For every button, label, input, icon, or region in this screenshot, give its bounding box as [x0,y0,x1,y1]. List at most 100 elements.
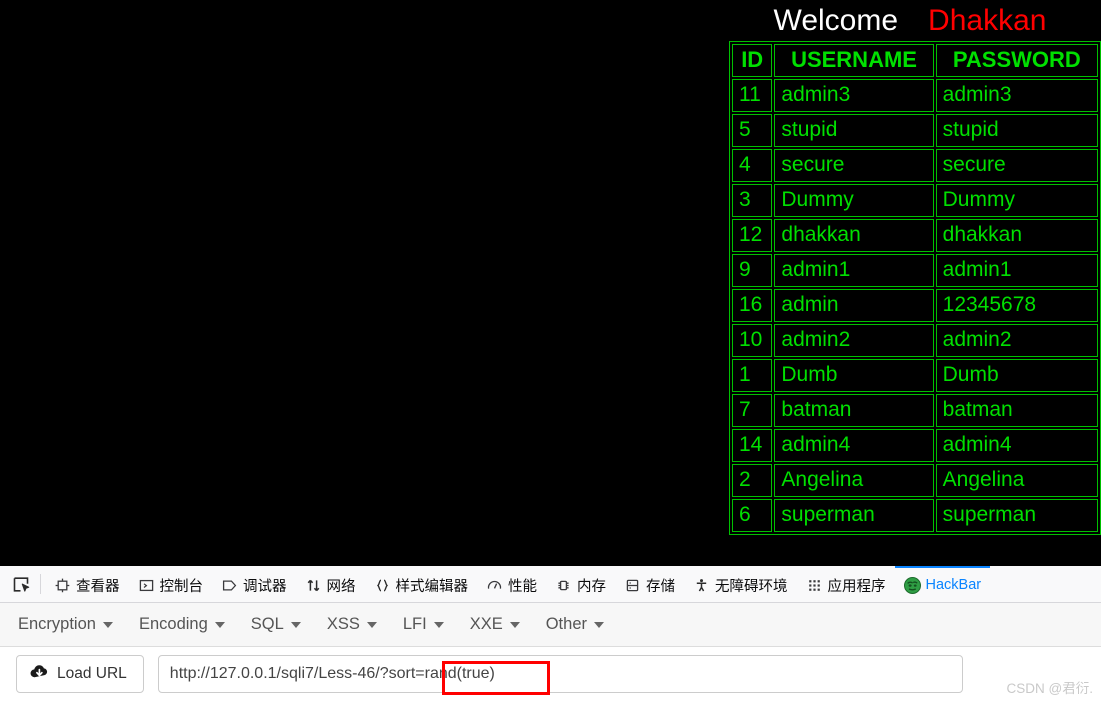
hackbar-icon [903,576,921,594]
cell-password: dhakkan [935,219,1098,252]
cell-id: 1 [732,359,773,392]
memory-icon [555,577,572,594]
cell-username: admin [774,289,934,322]
table-row: 9 admin1 admin1 [732,254,1098,287]
devtools-tabbar: 查看器 控制台 调试器 网络 样式编辑器 性能 内存 存储 无障碍环境 应用程序… [0,566,1101,603]
devtools-tab-hackbar[interactable]: HackBar [894,566,991,602]
devtools-tab-application[interactable]: 应用程序 [797,566,895,602]
table-row: 5 stupid stupid [732,114,1098,147]
user-dump-table: ID USERNAME PASSWORD 11 admin3 admin3 5 … [729,41,1101,535]
welcome-username: Dhakkan [928,4,1047,37]
devtools-tab-memory[interactable]: 内存 [546,566,615,602]
devtools-tab-label: 应用程序 [827,578,886,595]
devtools-tab-label: HackBar [925,577,982,593]
application-icon [806,577,823,594]
cell-id: 2 [732,464,773,497]
url-input[interactable] [157,655,963,693]
screenshot-root: Welcome Dhakkan ID USERNAME PASSWORD 11 a… [0,0,1101,702]
devtools-tab-accessibility[interactable]: 无障碍环境 [684,566,797,602]
devtools-tab-performance[interactable]: 性能 [477,566,546,602]
hackbar-menu-label: SQL [250,615,284,633]
devtools-tab-label: 网络 [326,578,356,595]
load-url-button[interactable]: Load URL [16,655,144,693]
cell-id: 11 [732,79,773,112]
browser-page-content: Welcome Dhakkan ID USERNAME PASSWORD 11 a… [0,0,1101,566]
console-icon [138,577,155,594]
cell-id: 4 [732,149,773,182]
hackbar-menu-label: Encoding [138,615,208,633]
chevron-down-icon [433,621,444,628]
column-header-username: USERNAME [774,44,934,77]
welcome-heading: Welcome Dhakkan [733,2,1087,40]
style-editor-icon [374,577,391,594]
cell-id: 16 [732,289,773,322]
watermark: CSDN @君衍. [1006,681,1093,696]
hackbar-menubar: Encryption Encoding SQL XSS LFI XXE Othe… [0,603,1101,647]
hackbar-menu-lfi[interactable]: LFI [403,615,444,634]
cell-id: 6 [732,499,773,532]
devtools-tab-network[interactable]: 网络 [296,566,365,602]
table-row: 3 Dummy Dummy [732,184,1098,217]
hackbar-menu-encoding[interactable]: Encoding [139,615,225,634]
cell-username: Angelina [774,464,934,497]
hackbar-menu-encryption[interactable]: Encryption [18,615,113,634]
hackbar-url-row: Load URL [0,647,1101,701]
cell-password: secure [935,149,1098,182]
column-header-id: ID [732,44,773,77]
cell-id: 12 [732,219,773,252]
cell-password: stupid [935,114,1098,147]
table-header-row: ID USERNAME PASSWORD [732,44,1098,77]
performance-icon [486,577,503,594]
hackbar-menu-label: XSS [326,615,360,633]
devtools-tab-style-editor[interactable]: 样式编辑器 [365,566,478,602]
cell-username: admin2 [774,324,934,357]
devtools-tab-label: 控制台 [159,578,204,595]
cell-username: admin1 [774,254,934,287]
hackbar-menu-label: LFI [402,615,427,633]
hackbar-menu-xxe[interactable]: XXE [470,615,520,634]
devtools-tab-label: 调试器 [243,578,287,595]
cell-id: 14 [732,429,773,462]
devtools-tab-label: 存储 [646,578,675,595]
cell-id: 9 [732,254,773,287]
cell-username: superman [774,499,934,532]
cloud-download-icon [30,664,49,684]
cell-username: dhakkan [774,219,934,252]
cell-id: 7 [732,394,773,427]
cell-id: 10 [732,324,773,357]
cell-password: admin3 [935,79,1098,112]
inspector-icon [54,577,71,594]
chevron-down-icon [509,621,520,628]
cell-password: Dummy [935,184,1098,217]
toolbar-divider [40,574,41,594]
table-row: 6 superman superman [732,499,1098,532]
hackbar-menu-label: XXE [469,615,503,633]
devtools-tab-console[interactable]: 控制台 [129,566,213,602]
accessibility-icon [693,577,710,594]
cell-password: admin1 [935,254,1098,287]
debugger-icon [221,577,238,594]
devtools-tab-inspector[interactable]: 查看器 [45,566,129,602]
chevron-down-icon [366,621,377,628]
table-row: 11 admin3 admin3 [732,79,1098,112]
hackbar-menu-sql[interactable]: SQL [251,615,301,634]
cell-password: Angelina [935,464,1098,497]
cell-id: 3 [732,184,773,217]
hackbar-menu-other[interactable]: Other [546,615,604,634]
chevron-down-icon [214,621,225,628]
storage-icon [624,577,641,594]
hackbar-menu-xss[interactable]: XSS [327,615,377,634]
devtools-tab-label: 性能 [508,578,537,595]
cell-id: 5 [732,114,773,147]
welcome-label: Welcome [773,4,899,37]
devtools-tab-storage[interactable]: 存储 [615,566,684,602]
table-row: 1 Dumb Dumb [732,359,1098,392]
element-picker-icon[interactable] [4,566,38,602]
table-row: 10 admin2 admin2 [732,324,1098,357]
cell-username: Dummy [774,184,934,217]
cell-username: stupid [774,114,934,147]
devtools-tab-debugger[interactable]: 调试器 [212,566,296,602]
chevron-down-icon [290,621,301,628]
cell-username: Dumb [774,359,934,392]
url-input-wrapper [157,655,963,695]
